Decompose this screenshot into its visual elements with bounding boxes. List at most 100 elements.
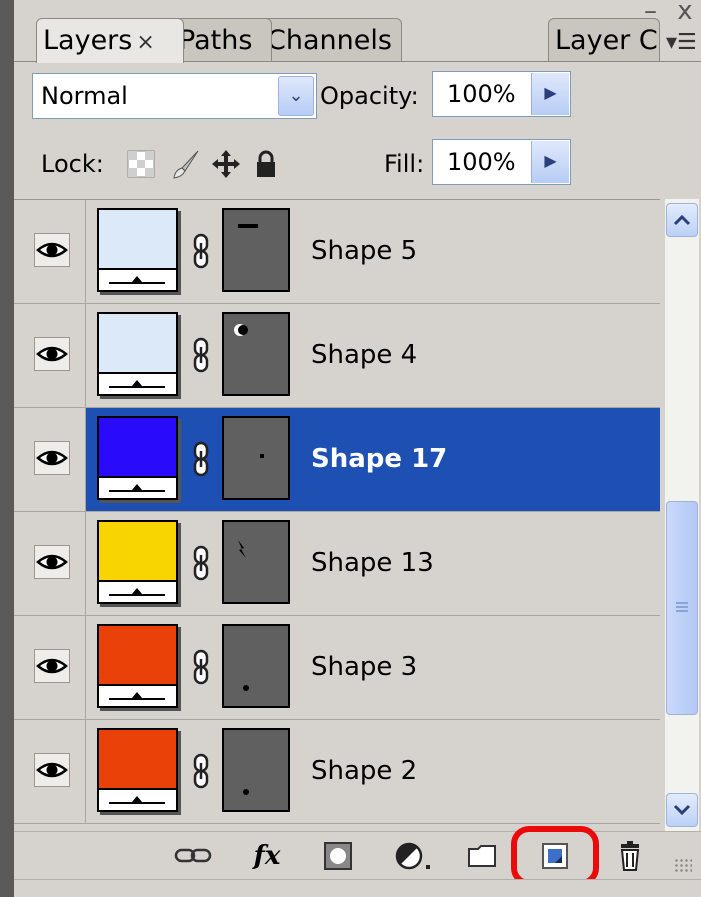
opacity-slider-arrow-icon[interactable]: ▶ xyxy=(531,73,569,115)
tab-label: Layers xyxy=(43,25,133,56)
eye-icon[interactable] xyxy=(34,753,70,787)
tab-label: Paths xyxy=(179,25,253,56)
layer-row[interactable]: Shape 5 xyxy=(14,200,660,304)
layer-row[interactable]: Shape 17 xyxy=(14,408,660,512)
layer-row[interactable]: Shape 4 xyxy=(14,304,660,408)
lock-move-icon[interactable] xyxy=(210,148,242,180)
fx-icon[interactable]: fx xyxy=(244,838,290,874)
tab-channels[interactable]: Channels xyxy=(260,18,402,62)
lock-all-icon[interactable] xyxy=(250,148,282,180)
layer-color-swatch xyxy=(99,626,176,684)
eye-icon[interactable] xyxy=(34,233,70,267)
adjustment-layer-icon[interactable] xyxy=(392,838,436,874)
layer-row[interactable]: Shape 3 xyxy=(14,616,660,720)
lock-transparent-icon[interactable] xyxy=(125,148,157,180)
lock-label: Lock: xyxy=(41,150,104,178)
new-layer-highlight-ring xyxy=(511,826,599,886)
thumbnail-bar xyxy=(99,580,176,602)
vector-mask-thumbnail[interactable] xyxy=(222,312,290,396)
visibility-toggle[interactable] xyxy=(14,200,86,303)
layer-color-swatch xyxy=(99,210,176,268)
window-controls[interactable]: – x xyxy=(644,0,699,24)
mask-shape-icon xyxy=(260,454,264,458)
layer-name[interactable]: Shape 5 xyxy=(311,234,417,268)
blend-mode-select[interactable]: Normal ⌄ xyxy=(32,73,317,119)
vector-mask-thumbnail[interactable] xyxy=(222,624,290,708)
layer-row[interactable]: Shape 13 xyxy=(14,512,660,616)
layer-thumbnail[interactable] xyxy=(97,728,178,812)
fill-value: 100% xyxy=(447,148,516,176)
opacity-field[interactable]: 100% ▶ xyxy=(432,71,571,117)
blend-mode-value: Normal xyxy=(41,82,128,110)
eye-icon[interactable] xyxy=(34,545,70,579)
layer-color-swatch xyxy=(99,418,176,476)
opacity-label: Opacity: xyxy=(320,82,419,110)
layer-thumbnail[interactable] xyxy=(97,416,178,500)
chevron-down-icon[interactable]: ⌄ xyxy=(278,76,314,116)
layer-thumbnail[interactable] xyxy=(97,624,178,708)
visibility-toggle[interactable] xyxy=(14,304,86,407)
layer-name[interactable]: Shape 13 xyxy=(311,546,434,580)
visibility-toggle[interactable] xyxy=(14,616,86,719)
tab-paths[interactable]: Paths xyxy=(172,18,272,62)
scroll-thumb[interactable] xyxy=(666,501,698,715)
eye-icon[interactable] xyxy=(34,441,70,475)
fill-slider-arrow-icon[interactable]: ▶ xyxy=(531,141,569,183)
fill-label: Fill: xyxy=(384,150,425,178)
scroll-grip-icon xyxy=(676,602,688,614)
layer-color-swatch xyxy=(99,314,176,372)
panel-footer xyxy=(14,879,701,897)
layer-name[interactable]: Shape 4 xyxy=(311,338,417,372)
thumbnail-bar xyxy=(99,684,176,706)
opacity-value: 100% xyxy=(447,80,516,108)
layers-panel: Layer Comps Channels Paths Layers× – x ▾… xyxy=(14,0,701,897)
mask-link-icon[interactable] xyxy=(192,441,210,477)
tab-label: Layer Comps xyxy=(555,25,659,56)
mask-link-icon[interactable] xyxy=(192,649,210,685)
mask-link-icon[interactable] xyxy=(192,753,210,789)
window-left-edge xyxy=(0,0,14,897)
thumbnail-bar xyxy=(99,788,176,810)
visibility-toggle[interactable] xyxy=(14,408,86,511)
layer-name[interactable]: Shape 2 xyxy=(311,754,417,788)
visibility-toggle[interactable] xyxy=(14,512,86,615)
tab-layers[interactable]: Layers × xyxy=(36,18,184,63)
resize-grip-icon[interactable] xyxy=(674,858,692,874)
layers-scrollbar[interactable] xyxy=(665,199,699,831)
mask-shape-icon xyxy=(234,324,248,336)
thumbnail-bar xyxy=(99,372,176,394)
mask-shape-icon xyxy=(243,789,249,795)
mask-link-icon[interactable] xyxy=(192,337,210,373)
layer-name[interactable]: Shape 17 xyxy=(311,442,447,476)
vector-mask-thumbnail[interactable] xyxy=(222,208,290,292)
panel-menu-icon[interactable]: ▾☰ xyxy=(666,30,697,55)
trash-icon[interactable] xyxy=(612,838,648,874)
layers-list[interactable]: Shape 5 Shape 4 Shape 17 Shape 13 Shape 3 Sha… xyxy=(14,199,660,832)
mask-link-icon[interactable] xyxy=(192,233,210,269)
layer-name[interactable]: Shape 3 xyxy=(311,650,417,684)
scroll-up-icon[interactable] xyxy=(666,203,698,237)
close-tab-icon[interactable]: × xyxy=(136,30,154,55)
mask-shape-icon xyxy=(238,540,246,558)
vector-mask-thumbnail[interactable] xyxy=(222,520,290,604)
vector-mask-thumbnail[interactable] xyxy=(222,728,290,812)
layer-color-swatch xyxy=(99,522,176,580)
mask-shape-icon xyxy=(238,224,258,228)
thumbnail-bar xyxy=(99,476,176,498)
layer-thumbnail[interactable] xyxy=(97,312,178,396)
mask-link-icon[interactable] xyxy=(192,545,210,581)
add-mask-icon[interactable] xyxy=(320,838,356,874)
layer-color-swatch xyxy=(99,730,176,788)
new-group-icon[interactable] xyxy=(464,838,500,874)
eye-icon[interactable] xyxy=(34,649,70,683)
layer-thumbnail[interactable] xyxy=(97,208,178,292)
vector-mask-thumbnail[interactable] xyxy=(222,416,290,500)
scroll-down-icon[interactable] xyxy=(666,793,698,827)
eye-icon[interactable] xyxy=(34,337,70,371)
layer-row[interactable]: Shape 2 xyxy=(14,720,660,824)
lock-brush-icon[interactable] xyxy=(170,148,202,180)
layer-thumbnail[interactable] xyxy=(97,520,178,604)
visibility-toggle[interactable] xyxy=(14,720,86,823)
fill-field[interactable]: 100% ▶ xyxy=(432,139,571,185)
link-layers-icon[interactable] xyxy=(172,838,216,874)
